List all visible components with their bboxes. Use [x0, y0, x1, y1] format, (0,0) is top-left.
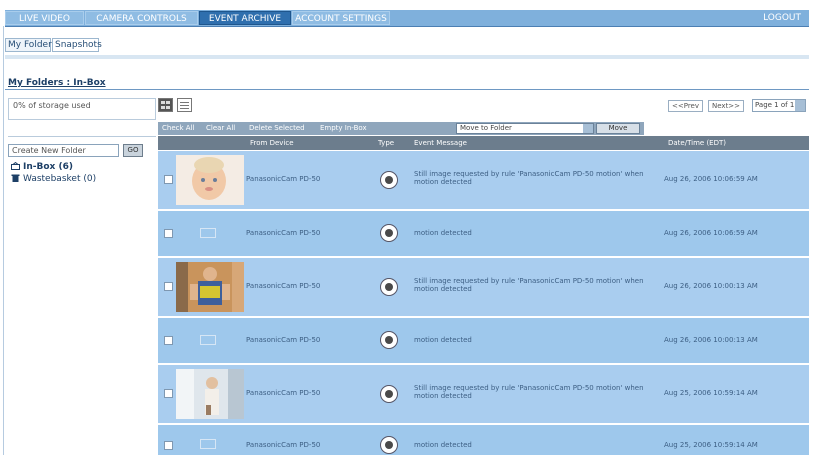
row-message: motion detected [414, 441, 472, 449]
row-date: Aug 25, 2006 10:59:14 AM [664, 441, 758, 449]
row-checkbox[interactable] [164, 441, 173, 450]
left-border [3, 26, 4, 455]
tab-camera-controls[interactable]: CAMERA CONTROLS [85, 11, 198, 25]
table-row[interactable]: PanasonicCam PD-50 motion detected Aug 2… [158, 318, 809, 363]
table-row[interactable]: PanasonicCam PD-50 Still image requested… [158, 365, 809, 423]
heading-divider [5, 89, 809, 90]
page-select-value: Page 1 of 1 [755, 101, 795, 109]
row-device: PanasonicCam PD-50 [246, 336, 321, 344]
snapshot-placeholder [176, 425, 244, 455]
snapshot-thumbnail[interactable] [176, 262, 244, 312]
table-row[interactable]: PanasonicCam PD-50 motion detected Aug 2… [158, 211, 809, 256]
subtab-underline [5, 55, 809, 59]
move-select-value: Move to Folder [460, 124, 512, 132]
list-view-icon [180, 102, 189, 109]
row-date: Aug 26, 2006 10:00:13 AM [664, 282, 758, 290]
row-message: Still image requested by rule 'Panasonic… [414, 170, 644, 186]
row-device: PanasonicCam PD-50 [246, 389, 321, 397]
column-header-type: Type [378, 139, 395, 147]
clear-all-link[interactable]: Clear All [206, 123, 235, 134]
motion-type-icon [380, 224, 398, 242]
motion-type-icon [380, 436, 398, 454]
row-message: Still image requested by rule 'Panasonic… [414, 277, 644, 293]
create-folder-input[interactable]: Create New Folder [8, 144, 119, 157]
row-checkbox[interactable] [164, 389, 173, 398]
tab-event-archive[interactable]: EVENT ARCHIVE [199, 11, 291, 25]
event-archive-page: LIVE VIDEO CAMERA CONTROLS EVENT ARCHIVE… [0, 0, 813, 455]
row-checkbox[interactable] [164, 282, 173, 291]
row-device: PanasonicCam PD-50 [246, 175, 321, 183]
move-to-folder-select[interactable]: Move to Folder [456, 123, 594, 134]
row-message: Still image requested by rule 'Panasonic… [414, 384, 644, 400]
sidebar-item-label: In-Box (6) [23, 162, 73, 172]
sidebar-item-inbox[interactable]: In-Box (6) [11, 161, 73, 172]
snapshot-thumbnail[interactable] [176, 155, 244, 205]
subtab-snapshots[interactable]: Snapshots [52, 38, 102, 52]
row-date: Aug 26, 2006 10:00:13 AM [664, 336, 758, 344]
row-message: motion detected [414, 229, 472, 237]
table-row[interactable]: PanasonicCam PD-50 Still image requested… [158, 258, 809, 316]
move-button[interactable]: Move [596, 123, 640, 134]
list-view-button[interactable] [177, 98, 192, 112]
row-checkbox[interactable] [164, 336, 173, 345]
snapshot-thumbnail[interactable] [176, 369, 244, 419]
row-date: Aug 26, 2006 10:06:59 AM [664, 229, 758, 237]
prev-page-button[interactable]: <<Prev [668, 100, 704, 112]
subtab-my-folders[interactable]: My Folders [5, 38, 56, 52]
row-device: PanasonicCam PD-50 [246, 441, 321, 449]
row-device: PanasonicCam PD-50 [246, 282, 321, 290]
top-nav: LIVE VIDEO CAMERA CONTROLS EVENT ARCHIVE… [5, 10, 809, 27]
column-header-message: Event Message [414, 139, 467, 147]
row-device: PanasonicCam PD-50 [246, 229, 321, 237]
row-checkbox[interactable] [164, 175, 173, 184]
motion-type-icon [380, 331, 398, 349]
row-message: motion detected [414, 336, 472, 344]
tab-live-video[interactable]: LIVE VIDEO [5, 11, 84, 25]
sidebar-item-label: Wastebasket (0) [23, 174, 97, 184]
row-checkbox[interactable] [164, 229, 173, 238]
inbox-icon [11, 161, 20, 170]
table-row[interactable]: PanasonicCam PD-50 motion detected Aug 2… [158, 425, 809, 455]
storage-usage: 0% of storage used [8, 98, 156, 120]
trash-icon [11, 174, 20, 182]
table-row[interactable]: PanasonicCam PD-50 Still image requested… [158, 151, 809, 209]
delete-selected-link[interactable]: Delete Selected [249, 123, 305, 134]
snapshot-placeholder [176, 211, 244, 256]
sidebar-divider [8, 136, 156, 137]
table-header: From Device Type Event Message Date/Time… [158, 136, 809, 150]
next-page-button[interactable]: Next>> [708, 100, 745, 112]
empty-inbox-link[interactable]: Empty In-Box [320, 123, 367, 134]
column-header-date: Date/Time (EDT) [668, 139, 726, 147]
snapshot-type-icon [380, 385, 398, 403]
page-select[interactable]: Page 1 of 1 [752, 99, 806, 112]
chevron-down-icon [795, 100, 805, 111]
column-header-from: From Device [250, 139, 294, 147]
tab-account-settings[interactable]: ACCOUNT SETTINGS [292, 11, 390, 25]
snapshot-type-icon [380, 278, 398, 296]
create-folder-go-button[interactable]: GO [123, 144, 143, 157]
grid-view-button[interactable] [158, 98, 173, 112]
row-date: Aug 26, 2006 10:06:59 AM [664, 175, 758, 183]
snapshot-placeholder [176, 318, 244, 363]
snapshot-type-icon [380, 171, 398, 189]
chevron-down-icon [583, 124, 593, 133]
row-date: Aug 25, 2006 10:59:14 AM [664, 389, 758, 397]
sidebar-item-wastebasket[interactable]: Wastebasket (0) [11, 174, 96, 184]
page-title: My Folders : In-Box [8, 78, 106, 88]
grid-view-icon [161, 101, 170, 109]
logout-link[interactable]: LOGOUT [763, 11, 801, 25]
check-all-link[interactable]: Check All [162, 123, 194, 134]
